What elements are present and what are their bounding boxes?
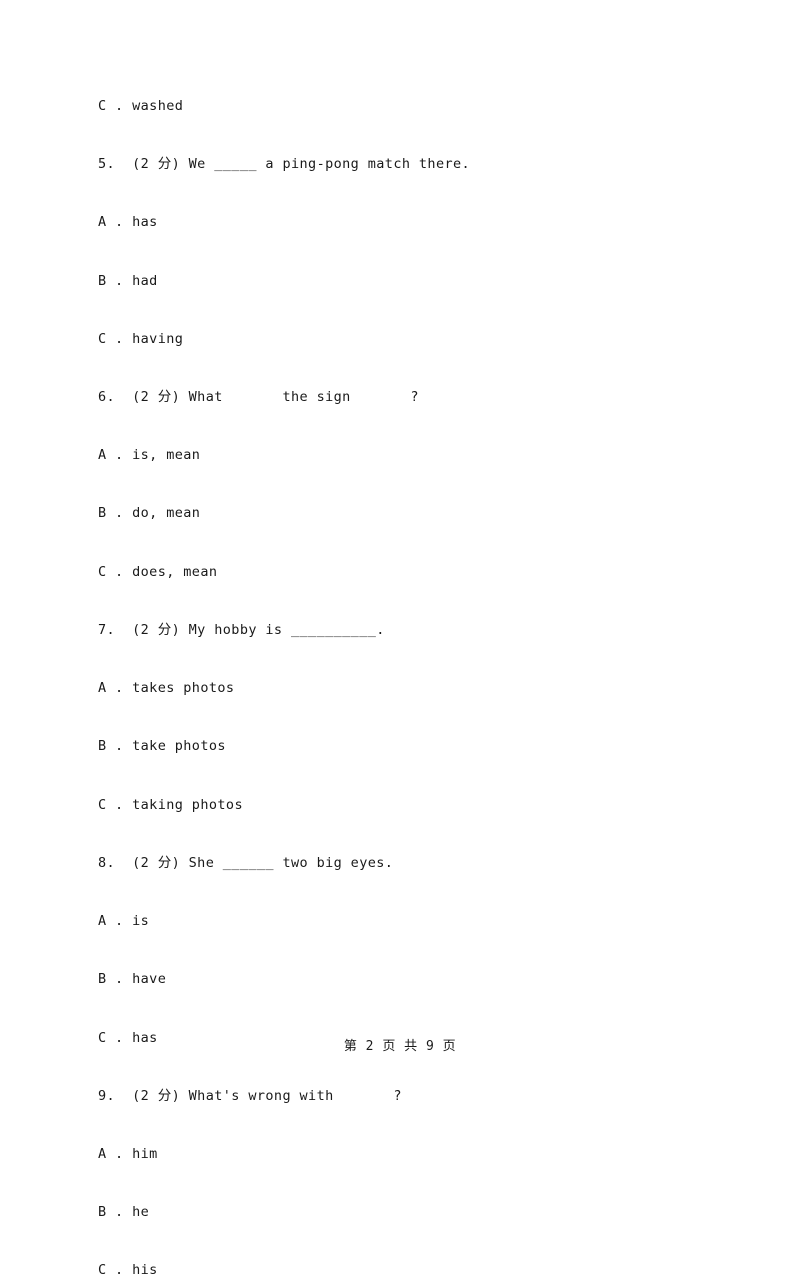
line-20: C . his	[98, 1262, 158, 1278]
page-footer: 第 2 页 共 9 页	[343, 1039, 457, 1054]
line-3: B . had	[98, 272, 158, 289]
document-page: C . washed 5. (2 分) We _____ a ping-pong…	[0, 0, 800, 1277]
line-12: C . taking photos	[98, 796, 243, 813]
line-2: A . has	[98, 214, 158, 231]
line-10: A . takes photos	[98, 680, 235, 697]
line-5: 6. (2 分) What the sign ?	[98, 388, 419, 405]
line-7: B . do, mean	[98, 505, 201, 522]
line-19: B . he	[98, 1204, 150, 1221]
line-13: 8. (2 分) She ______ two big eyes.	[98, 854, 394, 871]
line-14: A . is	[98, 912, 150, 929]
line-9: 7. (2 分) My hobby is __________.	[98, 621, 385, 638]
line-15: B . have	[98, 971, 167, 988]
line-8: C . does, mean	[98, 563, 218, 580]
line-0: C . washed	[98, 98, 184, 114]
line-6: A . is, mean	[98, 447, 201, 464]
question-list: C . washed 5. (2 分) We _____ a ping-pong…	[98, 98, 708, 1278]
line-11: B . take photos	[98, 738, 226, 755]
line-18: A . him	[98, 1145, 158, 1162]
line-4: C . having	[98, 330, 184, 347]
line-17: 9. (2 分) What's wrong with ?	[98, 1087, 402, 1104]
line-1: 5. (2 分) We _____ a ping-pong match ther…	[98, 156, 471, 172]
